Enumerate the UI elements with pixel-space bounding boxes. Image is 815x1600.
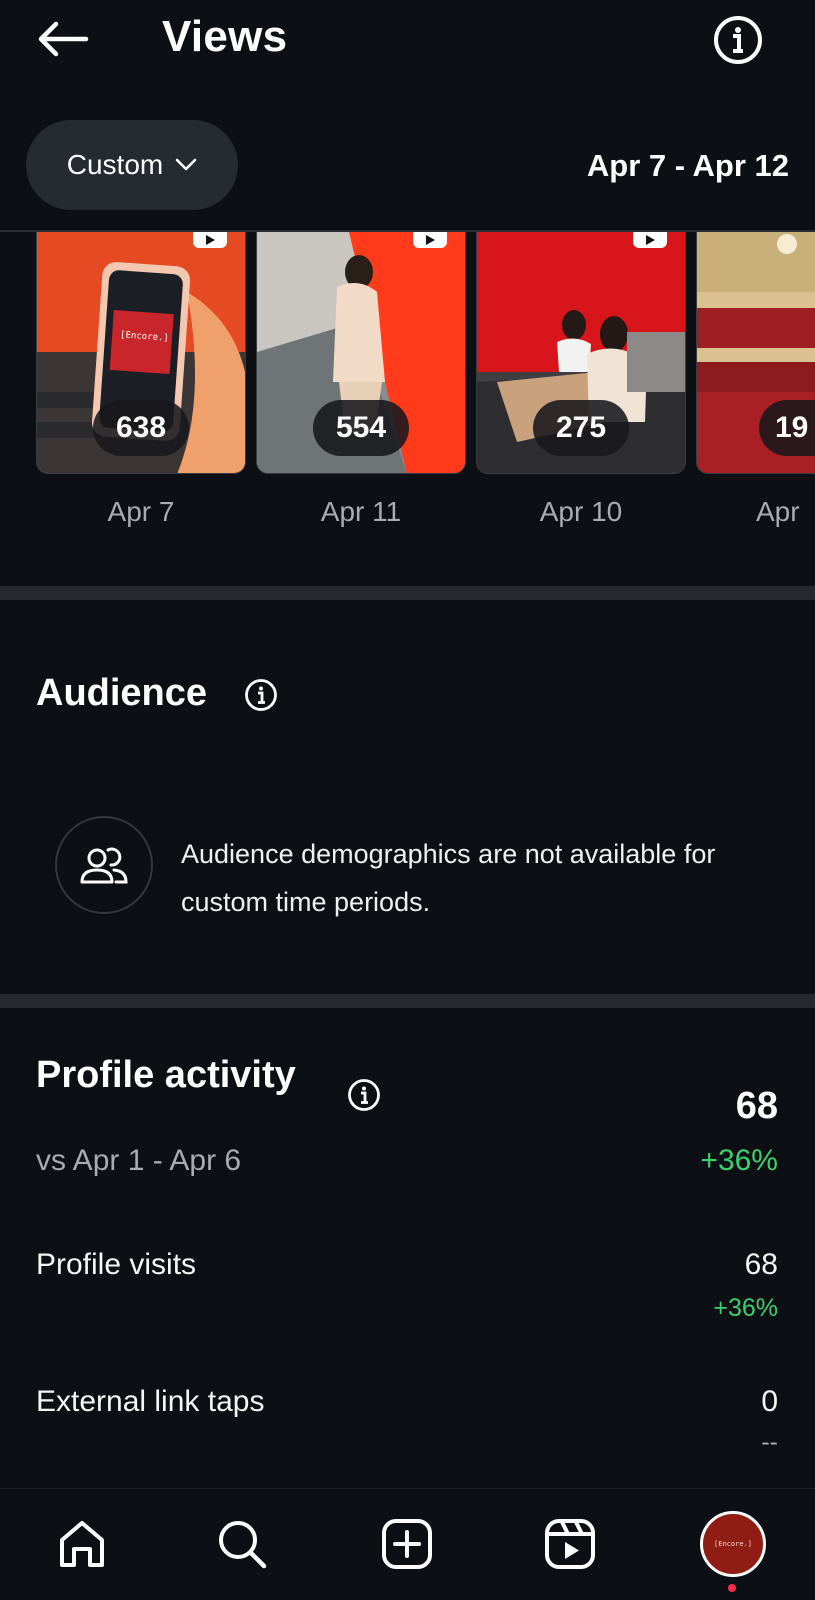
notification-dot bbox=[728, 1584, 736, 1592]
chevron-down-icon bbox=[175, 158, 197, 171]
reel-thumbnail: 554 bbox=[256, 232, 466, 474]
metric-delta-external-link-taps: -- bbox=[761, 1428, 778, 1456]
nav-home[interactable] bbox=[47, 1509, 117, 1579]
profile-activity-info-button[interactable] bbox=[347, 1078, 381, 1112]
page-title: Views bbox=[162, 12, 288, 61]
reel-view-count: 275 bbox=[533, 400, 629, 456]
arrow-left-icon bbox=[38, 21, 89, 57]
reel-icon bbox=[413, 232, 447, 248]
info-icon bbox=[348, 1079, 380, 1111]
reel-card[interactable]: 554 Apr 11 bbox=[256, 232, 466, 528]
top-reels-carousel[interactable]: [Encore.] 638 Apr 7 554 Apr 11 275 Apr 1… bbox=[0, 232, 815, 567]
reel-card[interactable]: 19 Apr bbox=[696, 232, 815, 528]
reel-card[interactable]: 275 Apr 10 bbox=[476, 232, 686, 528]
reel-thumbnail: 19 bbox=[696, 232, 815, 474]
reel-icon bbox=[633, 232, 667, 248]
top-bar: Views bbox=[0, 0, 815, 80]
reel-date: Apr bbox=[756, 496, 800, 527]
reel-view-count: 638 bbox=[93, 400, 189, 456]
date-filter-row: Custom Apr 7 - Apr 12 bbox=[0, 118, 815, 212]
nav-create[interactable] bbox=[372, 1509, 442, 1579]
date-range: Apr 7 - Apr 12 bbox=[586, 148, 789, 183]
reel-thumbnail: [Encore.] 638 bbox=[36, 232, 246, 474]
audience-placeholder bbox=[55, 816, 153, 914]
audience-info-button[interactable] bbox=[244, 678, 278, 712]
reel-date: Apr 10 bbox=[539, 496, 623, 527]
bottom-navigation: [Encore.] bbox=[0, 1488, 815, 1600]
people-icon bbox=[80, 847, 128, 884]
audience-unavailable-message: Audience demographics are not available … bbox=[181, 839, 716, 917]
reel-view-count: 554 bbox=[313, 400, 409, 456]
info-icon bbox=[245, 679, 277, 711]
profile-activity-change: +36% bbox=[700, 1144, 778, 1177]
comparison-period: vs Apr 1 - Apr 6 bbox=[36, 1144, 242, 1177]
time-period-dropdown[interactable]: Custom bbox=[26, 120, 238, 210]
metric-label-external-link-taps: External link taps bbox=[36, 1385, 265, 1418]
info-button[interactable] bbox=[712, 14, 764, 66]
reel-view-count: 19 bbox=[759, 400, 815, 456]
time-period-label: Custom bbox=[66, 149, 164, 180]
nav-reels[interactable] bbox=[535, 1509, 605, 1579]
audience-title: Audience bbox=[36, 672, 208, 714]
profile-avatar-text: [Encore.] bbox=[714, 1540, 752, 1548]
section-divider bbox=[0, 586, 815, 600]
home-icon bbox=[60, 1521, 104, 1567]
section-divider bbox=[0, 994, 815, 1008]
reel-date: Apr 11 bbox=[320, 496, 402, 527]
metric-delta-profile-visits: +36% bbox=[713, 1294, 778, 1322]
reel-date: Apr 7 bbox=[107, 496, 175, 527]
metric-value-profile-visits: 68 bbox=[744, 1248, 778, 1281]
reel-card[interactable]: [Encore.] 638 Apr 7 bbox=[36, 232, 246, 528]
create-icon bbox=[382, 1519, 432, 1569]
reel-icon bbox=[193, 232, 227, 248]
reel-thumbnail: 275 bbox=[476, 232, 686, 474]
nav-search[interactable] bbox=[207, 1509, 277, 1579]
metric-value-external-link-taps: 0 bbox=[761, 1385, 778, 1418]
metric-label-profile-visits: Profile visits bbox=[36, 1248, 197, 1281]
nav-profile-avatar[interactable]: [Encore.] bbox=[700, 1511, 766, 1577]
profile-activity-total: 68 bbox=[735, 1085, 778, 1127]
profile-activity-title: Profile activity bbox=[36, 1054, 296, 1096]
search-icon bbox=[219, 1521, 267, 1569]
reels-icon bbox=[545, 1519, 595, 1569]
back-button[interactable] bbox=[34, 16, 92, 62]
info-icon bbox=[714, 16, 762, 64]
